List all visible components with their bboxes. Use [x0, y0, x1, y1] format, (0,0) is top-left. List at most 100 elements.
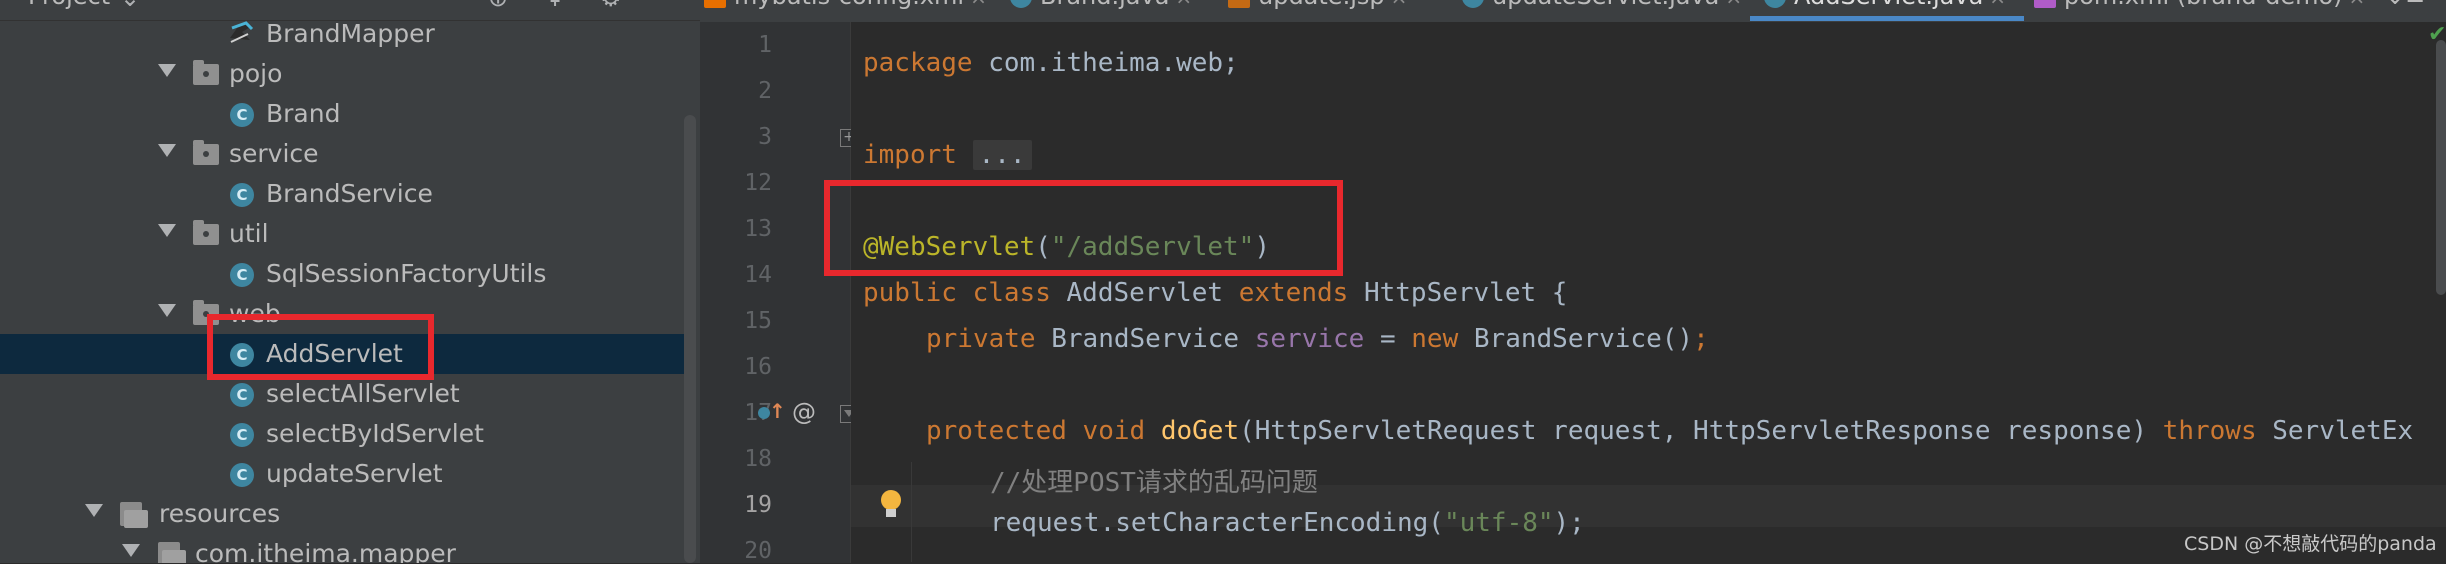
indent-guide: [911, 462, 912, 562]
lightbulb-icon[interactable]: [877, 488, 905, 522]
class-c-icon: C: [230, 423, 254, 447]
arrow-up-icon: ↑: [769, 399, 786, 423]
keyword: extends: [1238, 278, 1349, 308]
tree-item-label: BrandMapper: [266, 19, 435, 48]
tree-item-com-itheima-mapper[interactable]: com.itheima.mapper: [0, 534, 690, 563]
line-number: 13: [744, 216, 772, 242]
jsp-icon: [1228, 0, 1250, 8]
code-text: (HttpServletRequest request, HttpServlet…: [1239, 416, 2148, 446]
code-line-17[interactable]: protected void doGet(HttpServletRequest …: [926, 416, 2413, 458]
close-icon[interactable]: ×: [2349, 0, 2366, 9]
tree-item-pojo[interactable]: pojo: [0, 54, 690, 94]
string-literal: "utf-8": [1443, 508, 1554, 538]
code-line-14[interactable]: public class AddServlet extends HttpServ…: [863, 278, 1567, 320]
override-method-icon[interactable]: ↑: [758, 399, 786, 425]
package-folder-icon: [193, 140, 219, 165]
tab-brand-java[interactable]: Brand.java ×: [1010, 0, 1192, 22]
code-editor[interactable]: package com.itheima.web; import ... @Web…: [851, 22, 2446, 563]
expand-arrow-icon[interactable]: [85, 504, 103, 517]
line-number: 15: [744, 308, 772, 334]
tree-item-label: resources: [159, 499, 281, 528]
keyword: import: [863, 140, 957, 170]
mapper-bird-icon: [230, 21, 254, 43]
keyword: private: [926, 324, 1036, 354]
keyword: class: [972, 278, 1051, 308]
package-folder-icon: [193, 220, 219, 245]
close-icon[interactable]: ×: [1175, 0, 1192, 9]
class-c-icon: C: [230, 103, 254, 127]
project-scrollbar[interactable]: [684, 115, 696, 563]
tree-item-selectbyidservlet[interactable]: C selectByIdServlet: [0, 414, 690, 454]
code-text: HttpServlet {: [1363, 278, 1568, 308]
expand-arrow-icon[interactable]: [158, 224, 176, 237]
tab-update-jsp[interactable]: update.jsp ×: [1228, 0, 1407, 22]
class-c-icon: C: [230, 263, 254, 287]
expand-arrow-icon[interactable]: [122, 544, 140, 557]
tree-item-brandmapper[interactable]: BrandMapper: [0, 14, 690, 54]
expand-arrow-icon[interactable]: [158, 304, 176, 317]
tree-item-selectallservlet[interactable]: C selectAllServlet: [0, 374, 690, 414]
close-icon[interactable]: ×: [1391, 0, 1408, 9]
code-line-18[interactable]: //处理POST请求的乱码问题: [990, 462, 1318, 504]
project-panel-title[interactable]: Project: [28, 0, 110, 10]
close-icon[interactable]: ×: [970, 0, 987, 9]
expand-arrow-icon[interactable]: [158, 64, 176, 77]
editor-tab-bar: mybatis-config.xml × Brand.java × update.j…: [700, 0, 2446, 23]
resources-folder-icon: [120, 502, 148, 528]
keyword: public: [863, 278, 957, 308]
tree-item-label: BrandService: [266, 179, 433, 208]
collapse-all-icon[interactable]: ⇞: [545, 0, 565, 12]
code-line-1[interactable]: package com.itheima.web;: [863, 48, 1239, 90]
tree-item-label: service: [229, 139, 319, 168]
tab-pom-xml[interactable]: pom.xml (brand-demo) ×: [2034, 0, 2365, 22]
gear-icon[interactable]: ⚙: [600, 0, 622, 12]
code-line-19[interactable]: request.setCharacterEncoding("utf-8");: [990, 508, 1585, 550]
tree-item-resources[interactable]: resources: [0, 494, 690, 534]
tree-item-label: updateServlet: [266, 459, 443, 488]
tree-item-service[interactable]: service: [0, 134, 690, 174]
tree-item-brand[interactable]: C Brand: [0, 94, 690, 134]
tree-item-util[interactable]: util: [0, 214, 690, 254]
resources-folder-icon: [158, 542, 186, 563]
class-c-icon: C: [230, 183, 254, 207]
type-name: BrandService: [1051, 324, 1240, 354]
tab-updateservlet-java[interactable]: updateServlet.java ×: [1462, 0, 1742, 22]
package-folder-icon: [193, 60, 219, 85]
code-text: com.itheima.web;: [972, 48, 1239, 78]
keyword: new: [1411, 324, 1459, 354]
tree-item-sqlsessionfactoryutils[interactable]: C SqlSessionFactoryUtils: [0, 254, 690, 294]
tab-mybatis-config[interactable]: mybatis-config.xml ×: [704, 0, 987, 22]
tree-item-brandservice[interactable]: C BrandService: [0, 174, 690, 214]
chevron-down-icon[interactable]: ⌄: [120, 0, 140, 12]
method-name: doGet: [1160, 416, 1240, 446]
tab-label: updateServlet.java: [1492, 0, 1719, 10]
line-number: 20: [744, 538, 772, 564]
tree-item-label: Brand: [266, 99, 341, 128]
editor-gutter[interactable]: 1 2 3 12 13 14 15 16 17 18 19 20: [700, 22, 851, 564]
line-number: 16: [744, 354, 772, 380]
tree-item-updateservlet[interactable]: C updateServlet: [0, 454, 690, 494]
annotation-at-icon[interactable]: @: [792, 398, 816, 426]
bulb-base: [886, 509, 896, 517]
code-line-3[interactable]: import ...: [863, 140, 1032, 182]
globe-icon[interactable]: ⊕: [488, 0, 508, 12]
keyword: package: [863, 48, 973, 78]
code-text: =: [1364, 324, 1412, 354]
project-tool-window: Project ⌄ ⊕ ⇞ ⚙ BrandMapper pojo C Brand…: [0, 0, 700, 563]
tab-label: AddServlet.java: [1794, 0, 1983, 10]
tab-label: pom.xml (brand-demo): [2064, 0, 2343, 10]
code-text: request.setCharacterEncoding(: [990, 508, 1444, 538]
tree-item-label: com.itheima.mapper: [195, 539, 456, 563]
code-text: );: [1553, 508, 1585, 538]
code-line-15[interactable]: private BrandService service = new Brand…: [926, 324, 1709, 366]
tree-item-label: selectByIdServlet: [266, 419, 484, 448]
close-icon[interactable]: ×: [1725, 0, 1742, 9]
editor-scrollbar[interactable]: [2436, 40, 2446, 295]
tab-overflow-icon[interactable]: ⌄≡: [2385, 0, 2425, 22]
line-number: 1: [758, 32, 772, 58]
folded-imports[interactable]: ...: [972, 140, 1032, 170]
class-name: AddServlet: [1066, 278, 1224, 308]
close-icon[interactable]: ×: [1989, 0, 2006, 9]
active-tab-indicator: [1750, 16, 2024, 21]
expand-arrow-icon[interactable]: [158, 144, 176, 157]
